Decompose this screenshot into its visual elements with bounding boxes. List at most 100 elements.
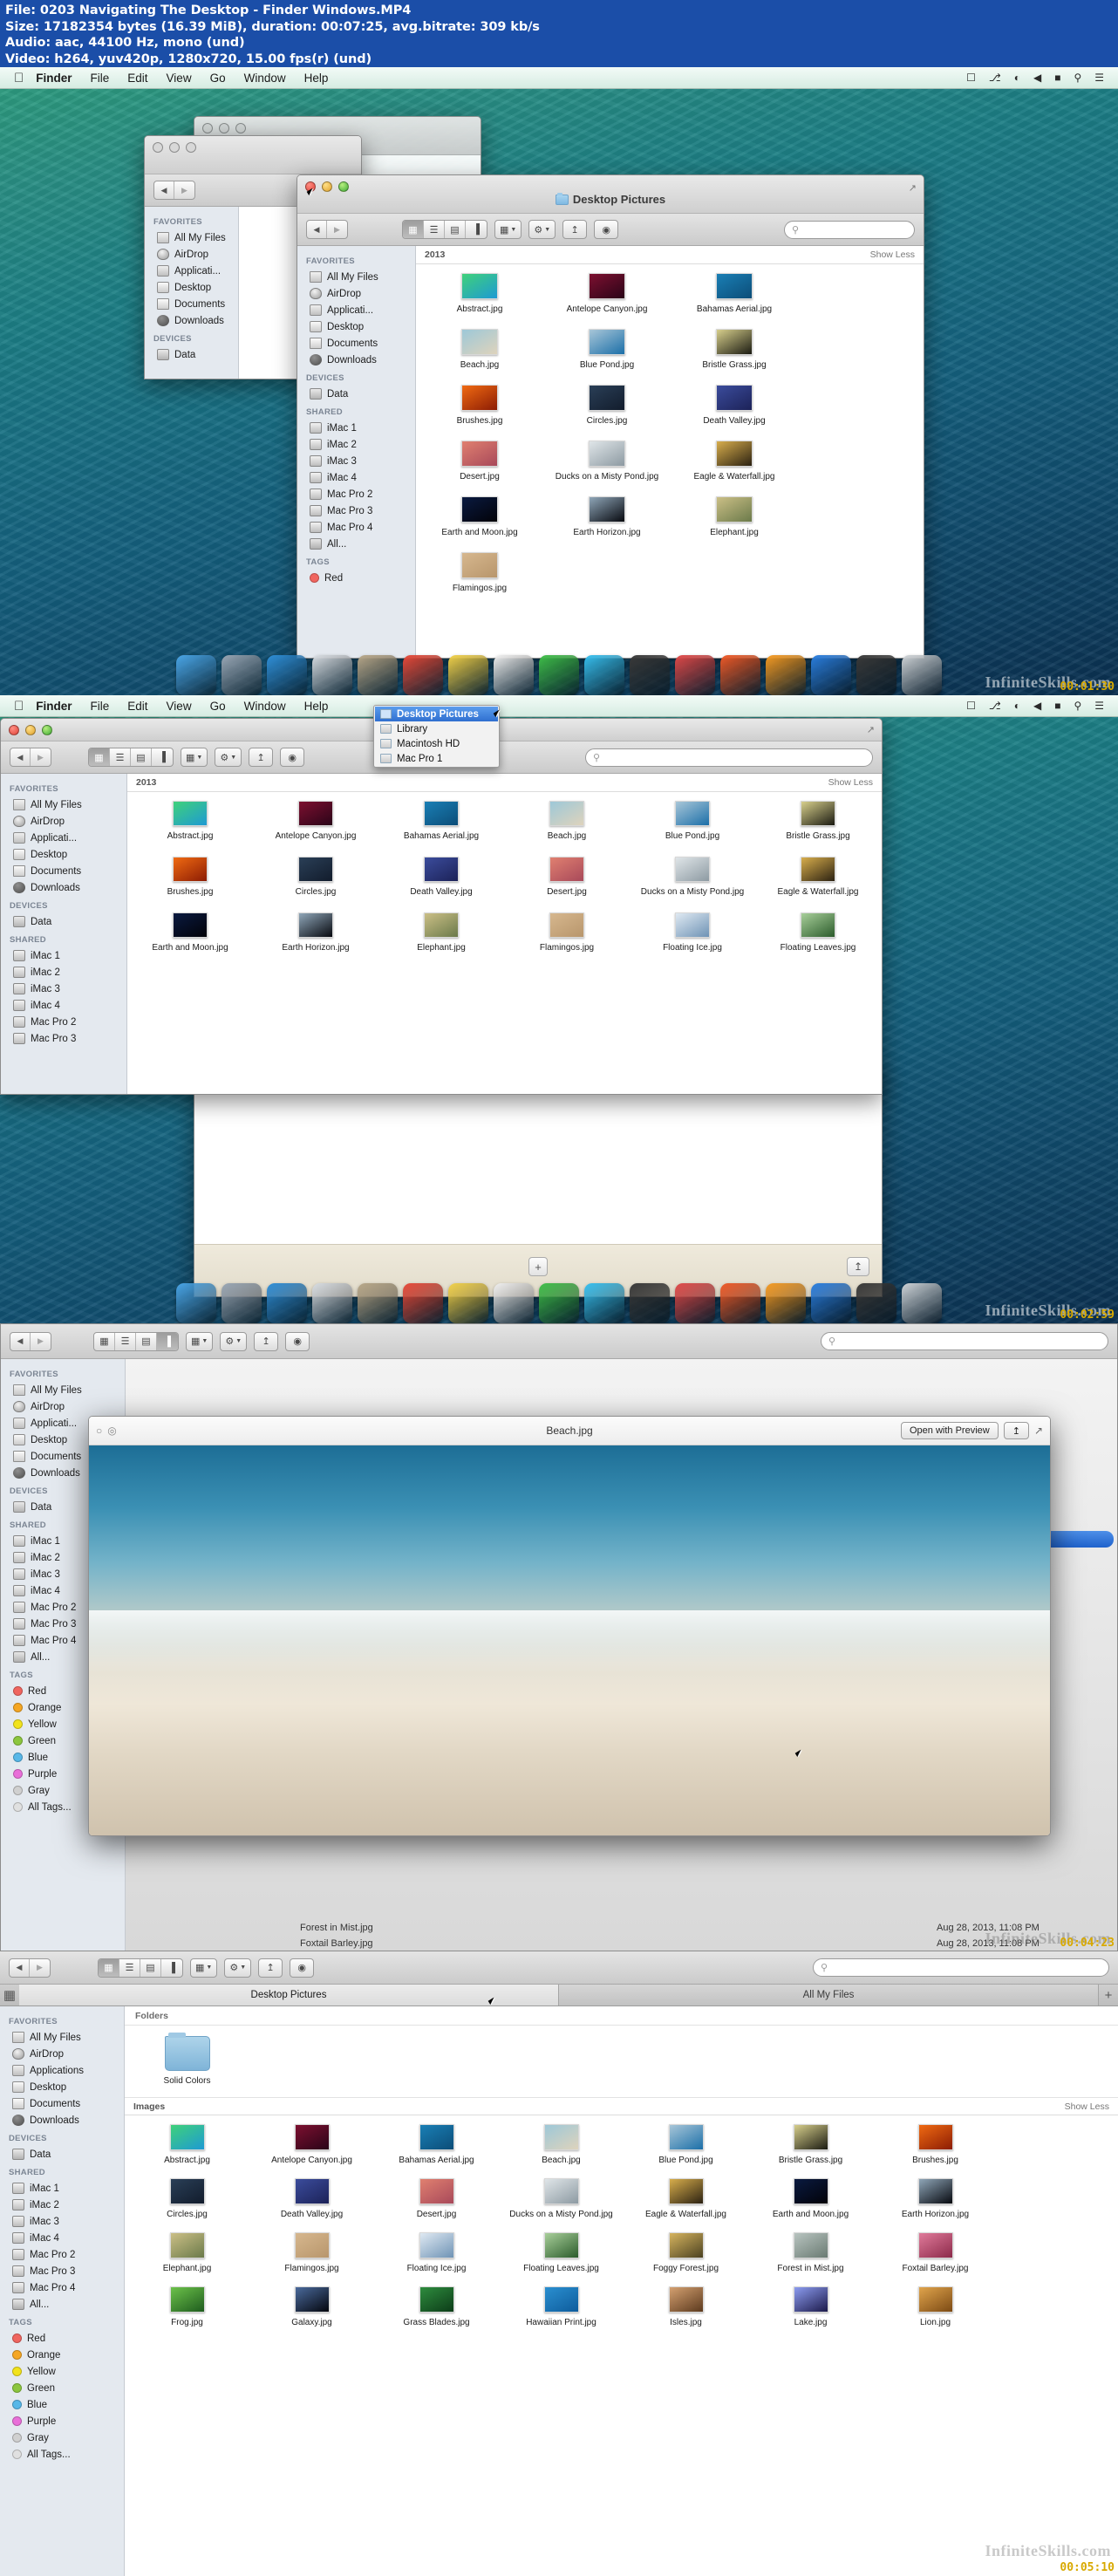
icon-view-button[interactable]: ▦ bbox=[403, 221, 424, 238]
share-button[interactable]: ↥ bbox=[254, 1331, 279, 1351]
sidebar-item-downloads[interactable]: Downloads bbox=[297, 352, 415, 368]
dock-item-facetime[interactable] bbox=[584, 1283, 624, 1323]
forward-icon[interactable]: ▶ bbox=[31, 748, 51, 766]
sidebar[interactable]: FAVORITES All My Files AirDrop Applicati...… bbox=[1, 774, 127, 1094]
icon-view-button[interactable]: ▦ bbox=[89, 748, 110, 766]
titlebar[interactable]: Desktop Pictures ↗ bbox=[297, 175, 924, 214]
sidebar-tag-red[interactable]: Red bbox=[0, 2330, 124, 2347]
search-input[interactable]: ⚲ bbox=[813, 1958, 1109, 1977]
dock-item-launchpad[interactable] bbox=[222, 655, 262, 695]
dock-item-itunes[interactable] bbox=[675, 655, 715, 695]
menu-help[interactable]: Help bbox=[304, 700, 329, 713]
arrange-button[interactable]: ▦ ▼ bbox=[186, 1331, 214, 1351]
minimize-button[interactable] bbox=[322, 181, 332, 192]
file-item[interactable]: Ducks on a Misty Pond.jpg bbox=[630, 857, 755, 912]
file-item[interactable]: Earth and Moon.jpg bbox=[748, 2178, 873, 2232]
sidebar-item-imac-3[interactable]: iMac 3 bbox=[297, 453, 415, 469]
sidebar-item-all-my-files[interactable]: All My Files bbox=[1, 1382, 125, 1398]
new-tab-button[interactable]: + bbox=[1099, 1985, 1118, 2005]
view-mode-group[interactable]: ▦ ☰ ▤ ▐ bbox=[88, 748, 174, 767]
dock-item-reminders[interactable] bbox=[494, 1283, 534, 1323]
action-gear-button[interactable]: ⚙ ▼ bbox=[215, 748, 242, 767]
sidebar-item-mac-pro-3[interactable]: Mac Pro 3 bbox=[297, 502, 415, 519]
dock[interactable] bbox=[0, 1271, 1118, 1323]
file-item[interactable]: Antelope Canyon.jpg bbox=[253, 801, 378, 857]
sidebar-item-desktop[interactable]: Desktop bbox=[297, 318, 415, 335]
sidebar-item-imac-4[interactable]: iMac 4 bbox=[1, 997, 126, 1014]
file-item[interactable]: Bristle Grass.jpg bbox=[748, 2124, 873, 2178]
sidebar-item-imac-2[interactable]: iMac 2 bbox=[1, 964, 126, 981]
file-item[interactable]: Floating Ice.jpg bbox=[630, 912, 755, 968]
finder-window-2[interactable]: ↗ ◀ ▶ ▦ ☰ ▤ ▐ ▦ ▼ ⚙ ▼ ↥ ◉ ⚲ FAVORITES All My… bbox=[0, 718, 883, 1095]
dock-item-finder[interactable] bbox=[176, 655, 216, 695]
sidebar-item-airdrop[interactable]: AirDrop bbox=[145, 246, 238, 263]
sidebar-item-mac-pro-4[interactable]: Mac Pro 4 bbox=[0, 2279, 124, 2296]
close-button[interactable] bbox=[153, 142, 163, 153]
file-item[interactable]: Earth Horizon.jpg bbox=[253, 912, 378, 968]
sidebar-item-imac-2[interactable]: iMac 2 bbox=[297, 436, 415, 453]
list-view-button[interactable]: ☰ bbox=[115, 1332, 136, 1350]
airplay-icon[interactable]: ☐ bbox=[966, 700, 976, 712]
sidebar-item-all-my-files[interactable]: All My Files bbox=[297, 269, 415, 285]
file-item[interactable]: Ducks on a Misty Pond.jpg bbox=[499, 2178, 624, 2232]
icon-view-button[interactable]: ▦ bbox=[99, 1958, 119, 1977]
file-item[interactable]: Desert.jpg bbox=[374, 2178, 499, 2232]
zoom-button[interactable] bbox=[42, 725, 52, 735]
action-gear-button[interactable]: ⚙ ▼ bbox=[224, 1958, 252, 1978]
file-item[interactable]: Flamingos.jpg bbox=[249, 2232, 374, 2286]
coverflow-view-button[interactable]: ▐ bbox=[157, 1332, 178, 1350]
dock-item-photobooth[interactable] bbox=[630, 1283, 670, 1323]
sidebar[interactable]: FAVORITES All My Files AirDrop Applicati...… bbox=[297, 246, 416, 658]
dock-item-safari[interactable] bbox=[267, 1283, 307, 1323]
file-item[interactable]: Eagle & Waterfall.jpg bbox=[755, 857, 881, 912]
quick-look-window[interactable]: ○ ◎ Beach.jpg Open with Preview ↥ ↗ bbox=[88, 1416, 1051, 1836]
file-item[interactable]: Frog.jpg bbox=[125, 2286, 249, 2340]
file-item[interactable]: Hawaiian Print.jpg bbox=[499, 2286, 624, 2340]
dock-item-preview[interactable] bbox=[856, 655, 896, 695]
file-item[interactable]: Bahamas Aerial.jpg bbox=[378, 801, 504, 857]
finder-window-tabbed[interactable]: ◀ ▶ ▦ ☰ ▤ ▐ ▦ ▼ ⚙ ▼ ↥ ◉ ⚲ ▦ Desktop Picture… bbox=[0, 1951, 1118, 2576]
zoom-button[interactable] bbox=[338, 181, 349, 192]
dock-item-settings[interactable] bbox=[811, 1283, 851, 1323]
dock-item-ibooks[interactable] bbox=[720, 1283, 760, 1323]
window-controls[interactable] bbox=[9, 725, 52, 735]
file-item[interactable]: Death Valley.jpg bbox=[249, 2178, 374, 2232]
sidebar-item-downloads[interactable]: Downloads bbox=[145, 312, 238, 329]
sidebar-item-documents[interactable]: Documents bbox=[145, 296, 238, 312]
sidebar-item-data[interactable]: Data bbox=[0, 2146, 124, 2163]
dock-item-finder[interactable] bbox=[176, 1283, 216, 1323]
sidebar-item-all-my-files[interactable]: All My Files bbox=[1, 796, 126, 813]
back-icon[interactable]: ◀ bbox=[10, 748, 31, 766]
dock-item-trash[interactable] bbox=[902, 1283, 942, 1323]
menu-extras-icon[interactable]: ☰ bbox=[1094, 72, 1104, 84]
tag-button[interactable]: ◉ bbox=[280, 748, 305, 767]
sidebar-item-all-my-files[interactable]: All My Files bbox=[145, 229, 238, 246]
file-item[interactable]: Brushes.jpg bbox=[416, 385, 543, 441]
menu-extras-icon[interactable]: ☰ bbox=[1094, 700, 1104, 712]
dock-item-reminders[interactable] bbox=[494, 655, 534, 695]
fullscreen-icon[interactable]: ↗ bbox=[909, 182, 917, 194]
tab-overview-icon[interactable]: ▦ bbox=[0, 1985, 19, 2005]
sidebar-item-documents[interactable]: Documents bbox=[0, 2095, 124, 2112]
sidebar-item-mac-pro-3[interactable]: Mac Pro 3 bbox=[1, 1030, 126, 1047]
dock-item-trash[interactable] bbox=[902, 655, 942, 695]
apple-menu-icon[interactable]:  bbox=[14, 699, 24, 714]
menu-help[interactable]: Help bbox=[304, 72, 329, 85]
sidebar-tag-red[interactable]: Red bbox=[297, 570, 415, 586]
sidebar-item-airdrop[interactable]: AirDrop bbox=[297, 285, 415, 302]
sidebar-item-documents[interactable]: Documents bbox=[297, 335, 415, 352]
battery-icon[interactable]: ■ bbox=[1054, 700, 1060, 712]
folder-item[interactable]: Solid Colors bbox=[125, 2033, 249, 2087]
share-button[interactable]: ↥ bbox=[258, 1958, 283, 1978]
sidebar-item-desktop[interactable]: Desktop bbox=[145, 279, 238, 296]
file-item[interactable]: Galaxy.jpg bbox=[249, 2286, 374, 2340]
sidebar-item-mac-pro-2[interactable]: Mac Pro 2 bbox=[0, 2246, 124, 2263]
file-item[interactable]: Antelope Canyon.jpg bbox=[249, 2124, 374, 2178]
file-item[interactable]: Abstract.jpg bbox=[127, 801, 253, 857]
menu-window[interactable]: Window bbox=[244, 700, 286, 713]
sidebar-item-airdrop[interactable]: AirDrop bbox=[0, 2046, 124, 2062]
show-less-link[interactable]: Show Less bbox=[1065, 2101, 1109, 2112]
sidebar-tag-orange[interactable]: Orange bbox=[0, 2347, 124, 2363]
file-item[interactable]: Eagle & Waterfall.jpg bbox=[671, 441, 798, 496]
close-button[interactable] bbox=[202, 123, 213, 133]
